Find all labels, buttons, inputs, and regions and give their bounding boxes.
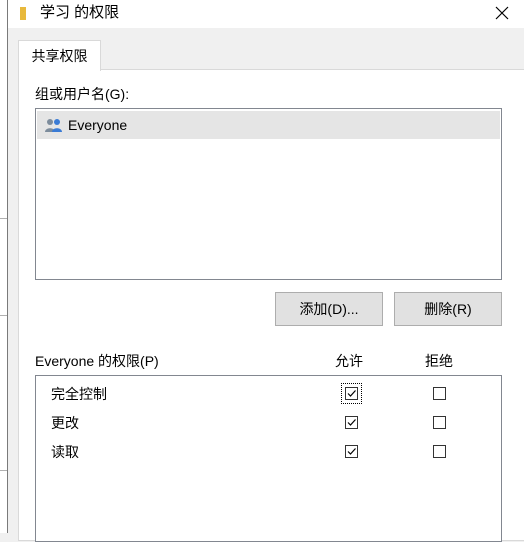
divider [0,315,7,316]
checkmark-icon [347,419,356,426]
permissions-list: 完全控制 更改 读取 [35,375,502,542]
remove-button[interactable]: 删除(R) [394,292,502,326]
tab-share-permissions[interactable]: 共享权限 [18,40,101,71]
close-icon [495,6,509,20]
user-name: Everyone [68,117,128,133]
divider [0,470,7,471]
divider [0,218,7,219]
permissions-dialog: 学习 的权限 共享权限 组或用户名(G): Everyone 添加(D)... … [7,0,524,542]
allow-checkbox[interactable] [345,387,358,400]
permission-name: 更改 [51,415,79,431]
permissions-title: Everyone 的权限(P) [35,353,159,369]
title-bar: 学习 的权限 [8,0,524,28]
permission-name: 读取 [51,444,79,460]
deny-checkbox[interactable] [433,445,446,458]
users-group-icon [45,119,62,132]
deny-column-header: 拒绝 [425,353,453,369]
add-button[interactable]: 添加(D)... [275,292,383,326]
folder-icon [20,7,26,20]
allow-checkbox[interactable] [345,445,358,458]
deny-checkbox[interactable] [433,387,446,400]
permission-row-change: 更改 [36,411,501,435]
close-button[interactable] [485,0,519,26]
checkmark-icon [347,390,356,397]
window-title: 学习 的权限 [40,4,120,21]
allow-checkbox[interactable] [345,416,358,429]
list-item-everyone[interactable]: Everyone [37,111,500,139]
deny-checkbox[interactable] [433,416,446,429]
permission-row-read: 读取 [36,440,501,464]
group-users-label: 组或用户名(G): [35,86,130,102]
permission-row-full-control: 完全控制 [36,382,501,406]
allow-column-header: 允许 [335,353,363,369]
checkmark-icon [347,448,356,455]
users-listbox[interactable]: Everyone [35,108,502,280]
permission-name: 完全控制 [51,386,107,402]
